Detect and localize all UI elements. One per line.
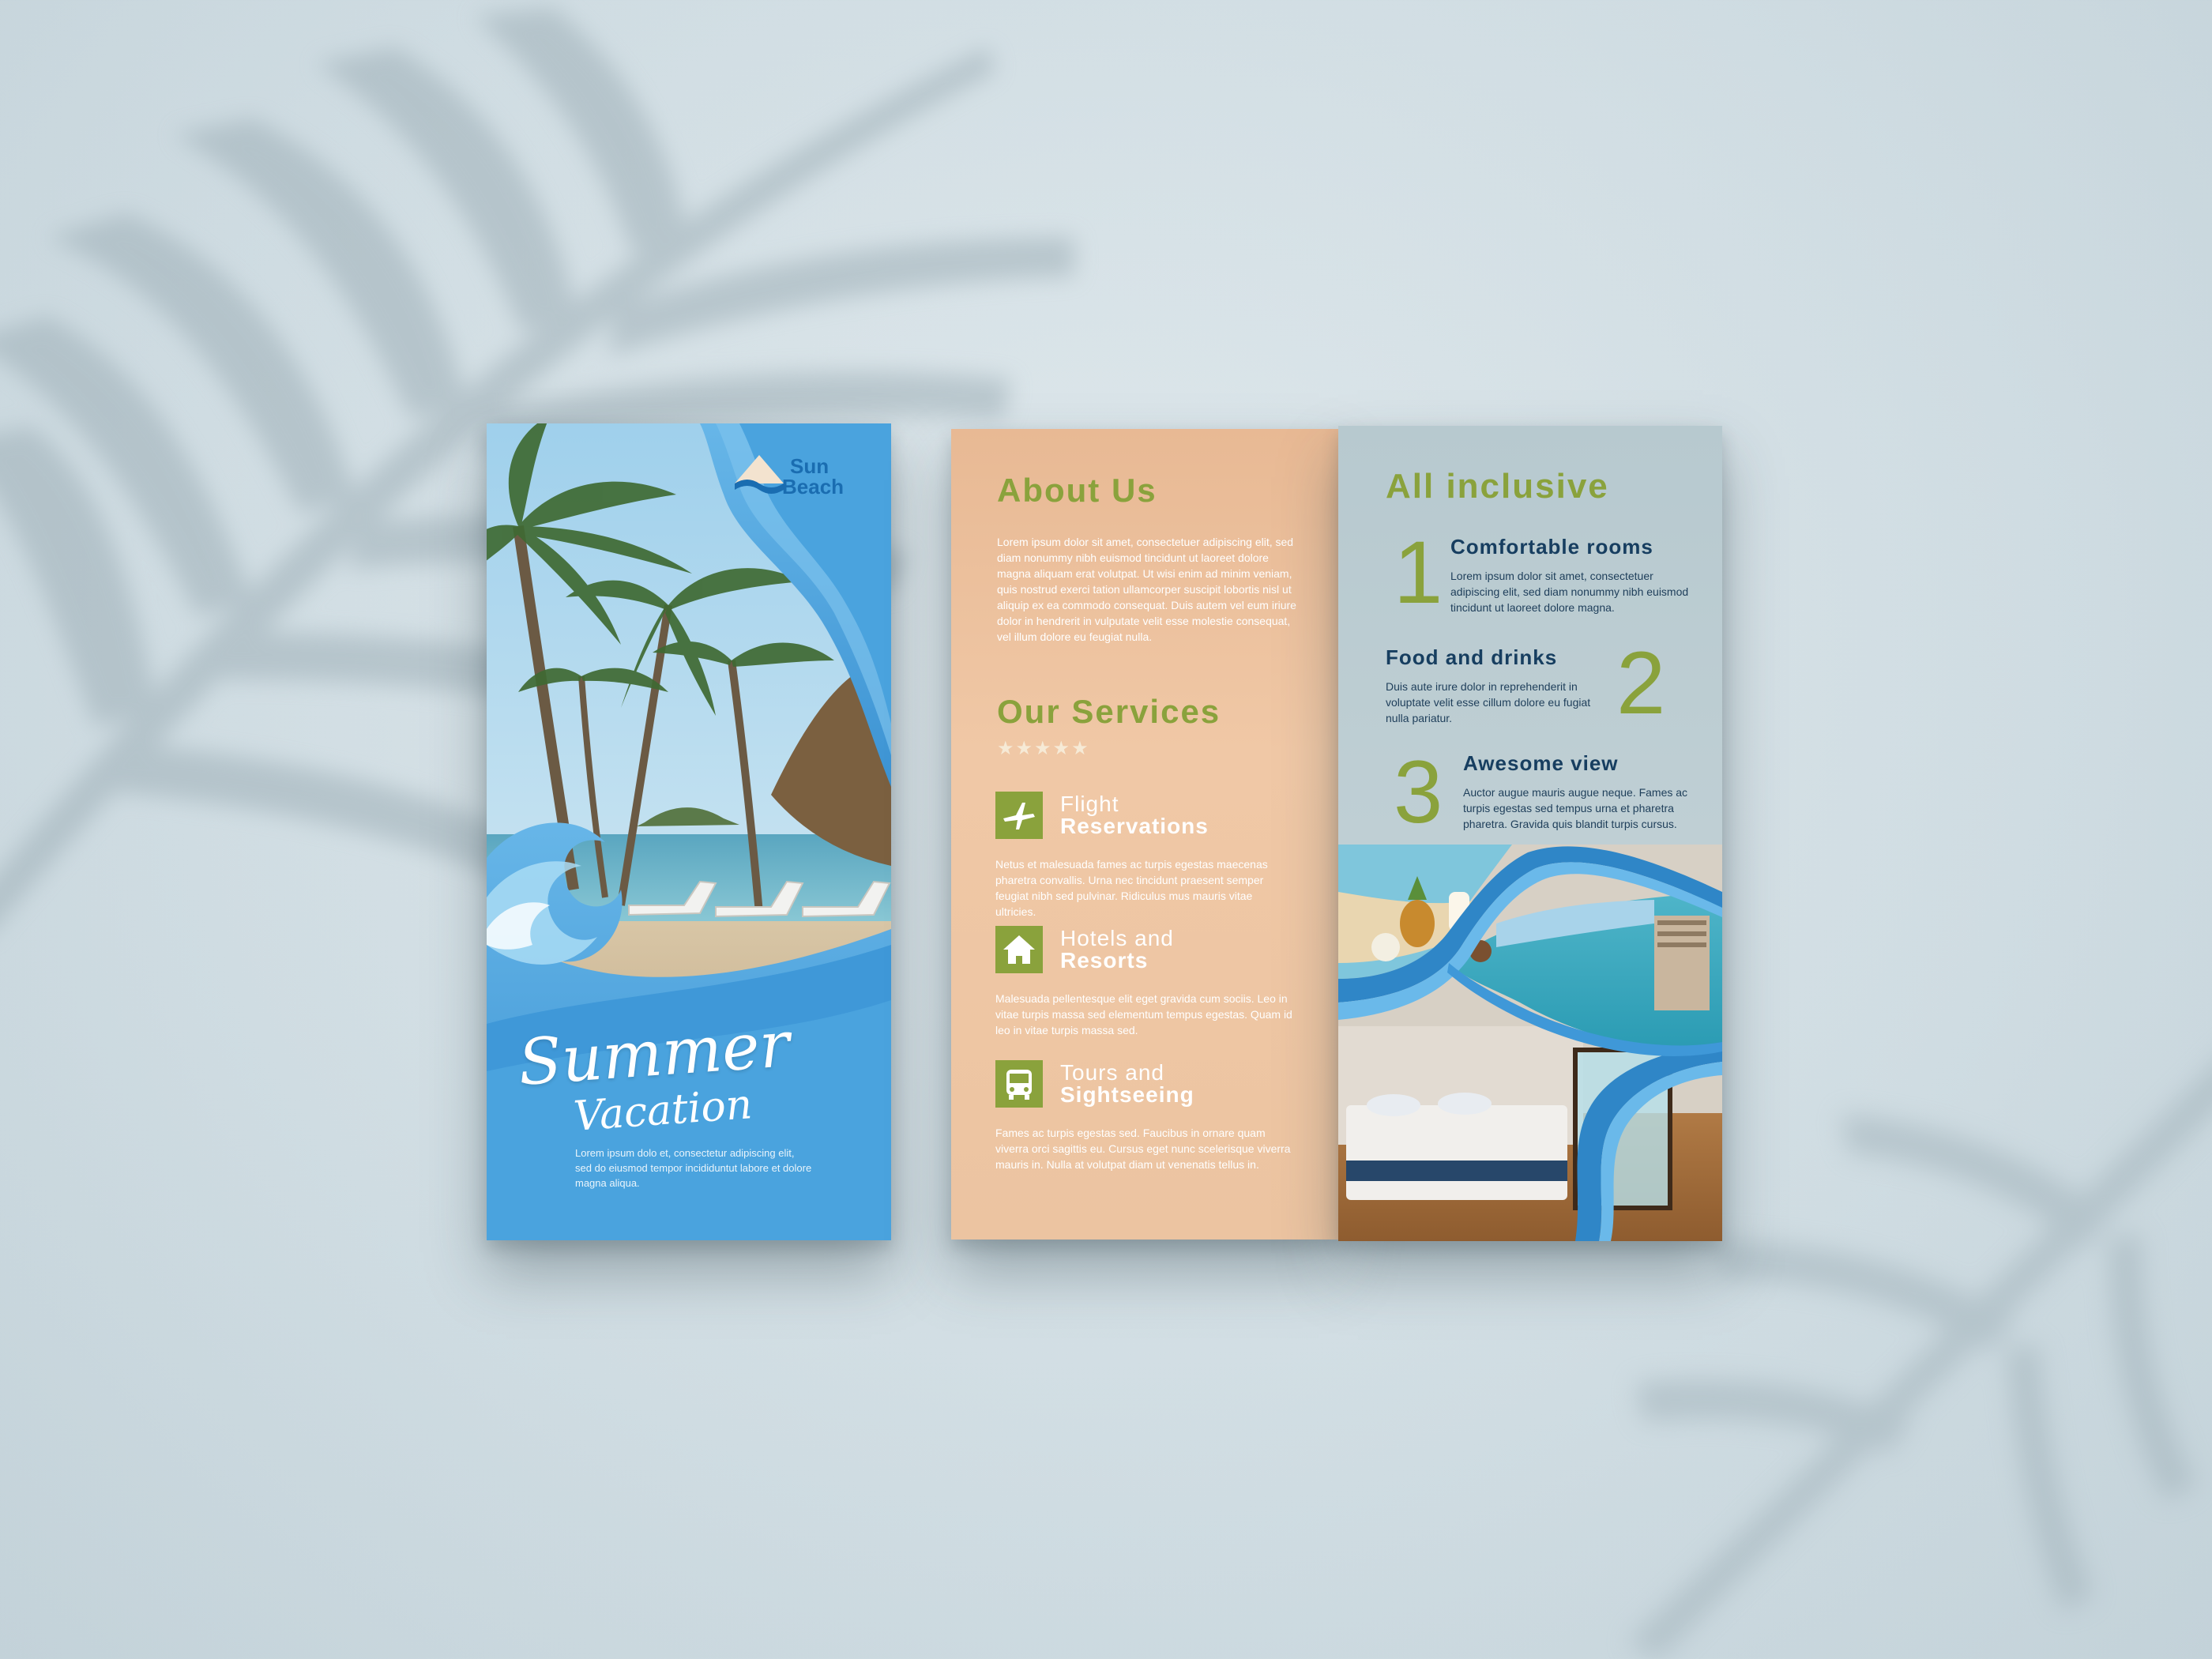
brochure-inside-left-panel: About Us Lorem ipsum dolor sit amet, con… — [951, 429, 1338, 1240]
item-1-title: Comfortable rooms — [1450, 535, 1653, 559]
bus-icon — [995, 1060, 1043, 1108]
service-tours-title-line1: Tours and — [1060, 1060, 1164, 1085]
service-flight-title-line2: Reservations — [1060, 814, 1209, 838]
cover-body-text: Lorem ipsum dolo et, consectetur adipisc… — [575, 1147, 812, 1189]
all-inclusive-heading: All inclusive — [1386, 467, 1609, 506]
item-2-title: Food and drinks — [1386, 645, 1558, 669]
item-3-text: Auctor augue mauris augue neque. Fames a… — [1463, 786, 1688, 830]
service-flight-text: Netus et malesuada fames ac turpis egest… — [995, 858, 1268, 918]
house-icon — [995, 926, 1043, 973]
resort-photo-collage — [1338, 845, 1722, 1241]
our-services-heading: Our Services — [997, 693, 1221, 730]
logo-line-beach: Beach — [782, 475, 845, 498]
item-2-number: 2 — [1616, 634, 1666, 732]
sun-beach-logo: Sun Beach — [732, 446, 850, 532]
item-1-text: Lorem ipsum dolor sit amet, consectetuer… — [1450, 570, 1689, 614]
logo-line-sun: Sun — [790, 454, 830, 478]
item-1-number: 1 — [1394, 523, 1443, 622]
service-hotels-title-line2: Resorts — [1060, 948, 1149, 972]
service-flight-title-line1: Flight — [1060, 792, 1119, 816]
service-tours-title-line2: Sightseeing — [1060, 1082, 1194, 1107]
item-2-text: Duis aute irure dolor in reprehenderit i… — [1386, 680, 1591, 724]
service-tours-text: Fames ac turpis egestas sed. Faucibus in… — [995, 1127, 1291, 1171]
brochure-inside-right-panel: All inclusive 1 Comfortable rooms Lorem … — [1338, 426, 1722, 1241]
about-us-text: Lorem ipsum dolor sit amet, consectetuer… — [997, 536, 1296, 643]
item-3-number: 3 — [1394, 743, 1443, 841]
about-us-heading: About Us — [997, 472, 1157, 509]
item-3-title: Awesome view — [1463, 751, 1619, 775]
mountain-sun-icon — [735, 455, 784, 494]
service-hotels-text: Malesuada pellentesque elit eget gravida… — [995, 992, 1292, 1036]
brochure-front-cover: Sun Beach Summer Vacation Lorem ipsum do… — [487, 423, 891, 1240]
service-hotels-title-line1: Hotels and — [1060, 926, 1174, 950]
rating-stars: ★★★★★ — [997, 738, 1090, 759]
airplane-icon — [995, 792, 1043, 839]
